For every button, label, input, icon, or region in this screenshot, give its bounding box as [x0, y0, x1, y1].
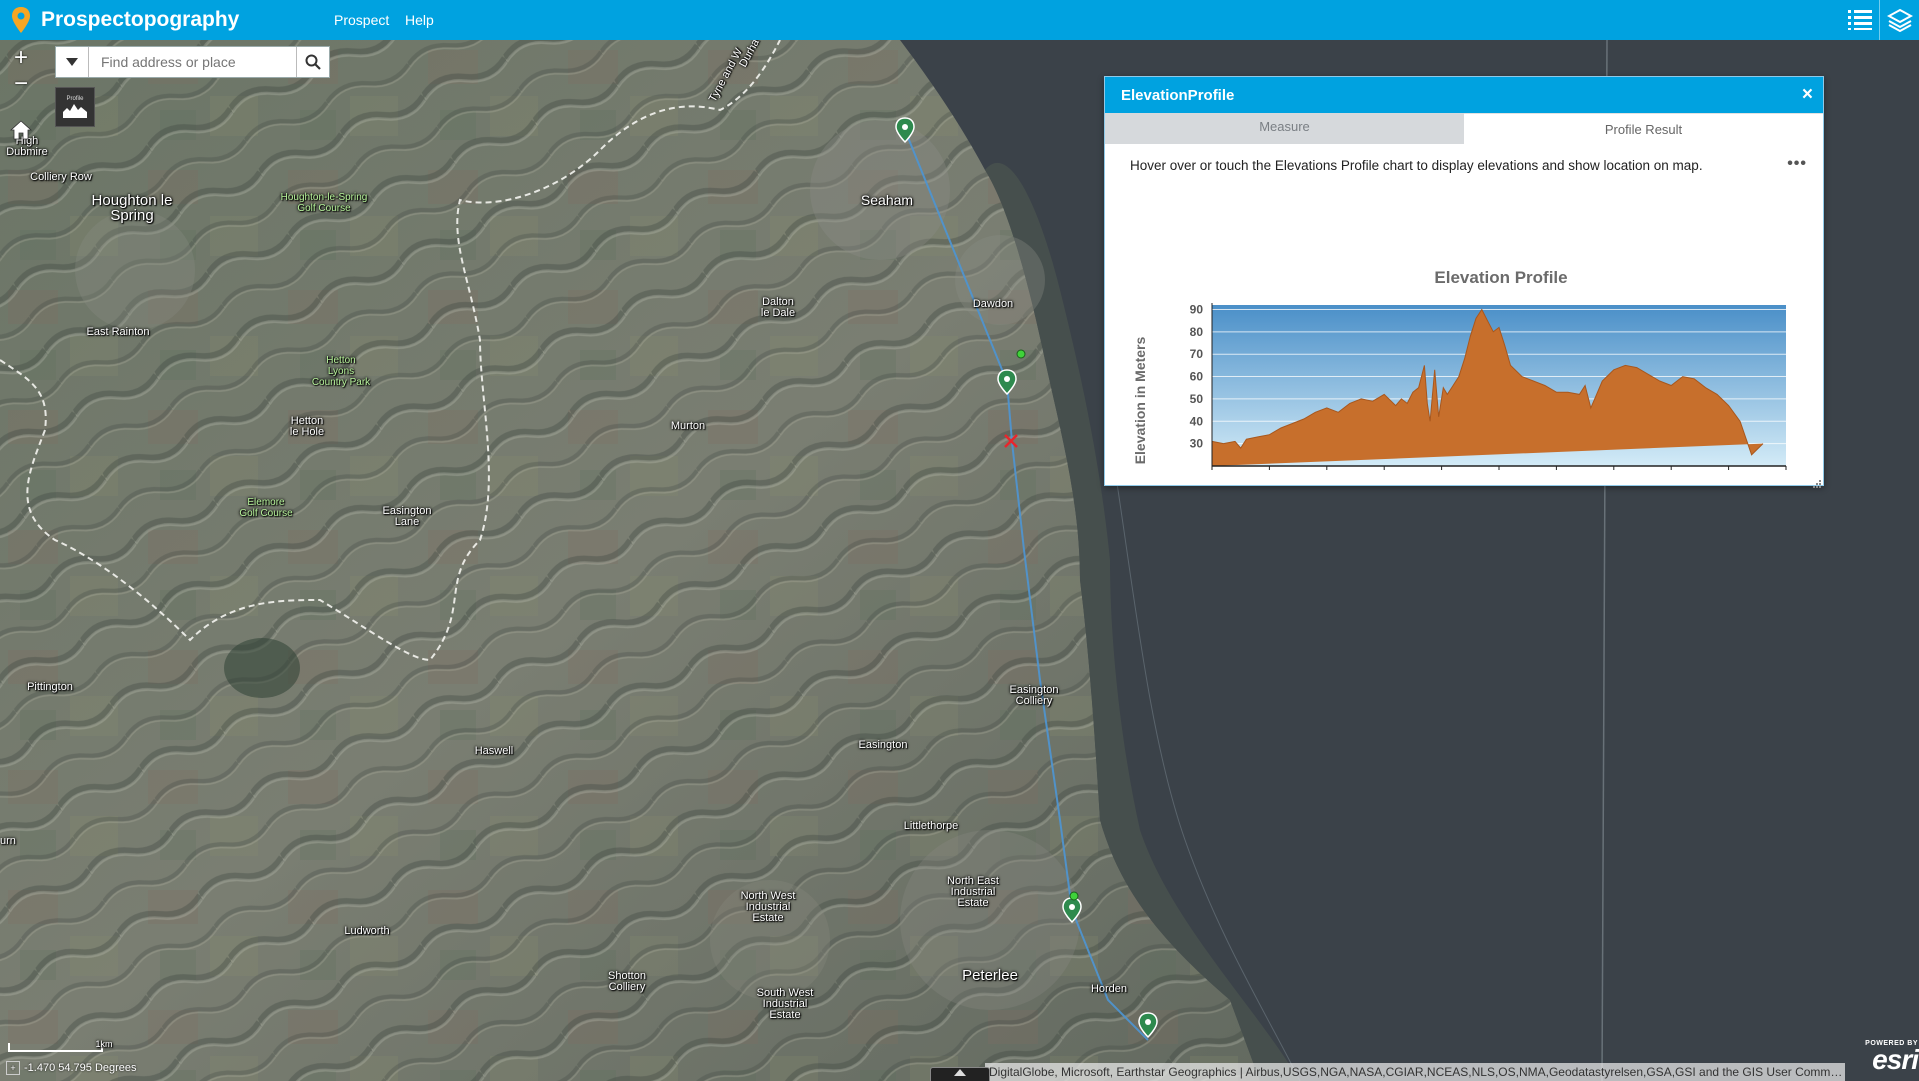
place-hetton-le-hole: Hetton le Hole [289, 415, 325, 438]
place-littlethorpe: Littlethorpe [903, 820, 959, 832]
scale-bar [8, 1041, 103, 1060]
place-hetton-lyons: Hetton Lyons Country Park [311, 355, 371, 388]
place-haswell: Haswell [474, 745, 514, 757]
legend-button[interactable] [1840, 0, 1880, 40]
chart-y-tick-70: 70 [1190, 347, 1204, 361]
panel-header: ElevationProfile × [1105, 77, 1823, 113]
place-houghton-le-spring: Houghton le Spring [91, 192, 173, 224]
search-widget [55, 46, 330, 78]
chart-y-tick-40: 40 [1190, 414, 1204, 428]
tab-profile-result[interactable]: Profile Result [1464, 113, 1823, 144]
panel-tabs: Measure Profile Result [1105, 113, 1823, 144]
place-north-east-industrial: North East Industrial Estate [947, 875, 999, 909]
chart-y-tick-60: 60 [1190, 370, 1204, 384]
esri-wordmark: esri [1872, 1044, 1919, 1075]
home-button[interactable] [8, 118, 36, 146]
elevation-profile-panel: ElevationProfile × Measure Profile Resul… [1104, 76, 1825, 488]
place-easington-colliery: Easington Colliery [1009, 684, 1059, 707]
place-horden: Horden [1090, 983, 1128, 995]
list-icon [1848, 10, 1872, 30]
menu-prospect[interactable]: Prospect [334, 12, 389, 28]
tab-measure[interactable]: Measure [1105, 113, 1464, 144]
resize-handle[interactable] [1813, 475, 1821, 488]
map-pin-icon [12, 7, 30, 33]
search-source-dropdown[interactable] [56, 47, 89, 77]
app-title: Prospectopography [41, 8, 240, 31]
chart-y-tick-50: 50 [1190, 392, 1204, 406]
chart-y-tick-80: 80 [1190, 325, 1204, 339]
app-header: Prospectopography Prospect Help [0, 0, 1919, 40]
coordinate-readout: -1.470 54.795 Degrees [24, 1062, 137, 1074]
bottom-panel-toggle[interactable] [930, 1067, 990, 1081]
home-icon [9, 120, 33, 140]
place-peterlee: Peterlee [962, 967, 1018, 984]
menu-help[interactable]: Help [405, 12, 434, 28]
elevation-profile-tool-button[interactable]: Profile [55, 87, 95, 127]
place-seaham: Seaham [860, 192, 914, 208]
chevron-up-icon [954, 1069, 966, 1076]
place-easington: Easington [858, 739, 908, 751]
place-dalton-le-dale: Dalton le Dale [760, 296, 796, 319]
panel-title: ElevationProfile [1121, 87, 1235, 104]
place-colliery-row: Colliery Row [30, 171, 92, 183]
chart-y-axis-label: Elevation in Meters [1132, 336, 1148, 464]
coordinate-display: + -1.470 54.795 Degrees [6, 1061, 137, 1075]
map-attribution[interactable]: DigitalGlobe, Microsoft, Earthstar Geogr… [985, 1063, 1845, 1081]
place-houghton-golf: Houghton-le-Spring Golf Course [280, 192, 368, 214]
place-dawdon: Dawdon [972, 298, 1014, 310]
profile-hint-text: Hover over or touch the Elevations Profi… [1130, 158, 1703, 173]
chart-y-tick-30: 30 [1190, 437, 1204, 451]
place-ludworth: Ludworth [344, 925, 390, 937]
elevation-profile-chart[interactable]: Elevation Profile Elevation in Meters 30 40… [1105, 187, 1825, 487]
place-edge-label: urn [0, 835, 16, 847]
more-options-icon[interactable]: ••• [1787, 155, 1807, 173]
mountain-profile-icon [63, 104, 87, 118]
place-elemore-golf: Elemore Golf Course [239, 497, 293, 519]
zoom-out-button[interactable]: − [6, 70, 36, 100]
place-murton: Murton [670, 420, 706, 432]
layers-button[interactable] [1879, 0, 1919, 40]
layers-icon [1886, 8, 1913, 32]
chevron-down-icon [66, 58, 78, 66]
place-easington-lane: Easington Lane [382, 505, 432, 528]
esri-logo[interactable]: POWERED BY esri [1852, 1040, 1919, 1080]
chart-y-tick-90: 90 [1190, 302, 1204, 316]
search-icon [305, 54, 321, 70]
scale-label: 1km [95, 1039, 113, 1049]
search-button[interactable] [296, 47, 329, 77]
crosshair-icon[interactable]: + [6, 1061, 20, 1075]
close-icon[interactable]: × [1802, 84, 1813, 106]
search-input[interactable] [89, 47, 296, 77]
place-east-rainton: East Rainton [86, 326, 150, 338]
chart-title: Elevation Profile [1434, 268, 1567, 287]
place-shotton-colliery: Shotton Colliery [608, 970, 646, 993]
place-north-west-industrial: North West Industrial Estate [740, 890, 796, 924]
place-pittington: Pittington [27, 681, 73, 693]
place-south-west-industrial: South West Industrial Estate [756, 987, 814, 1021]
